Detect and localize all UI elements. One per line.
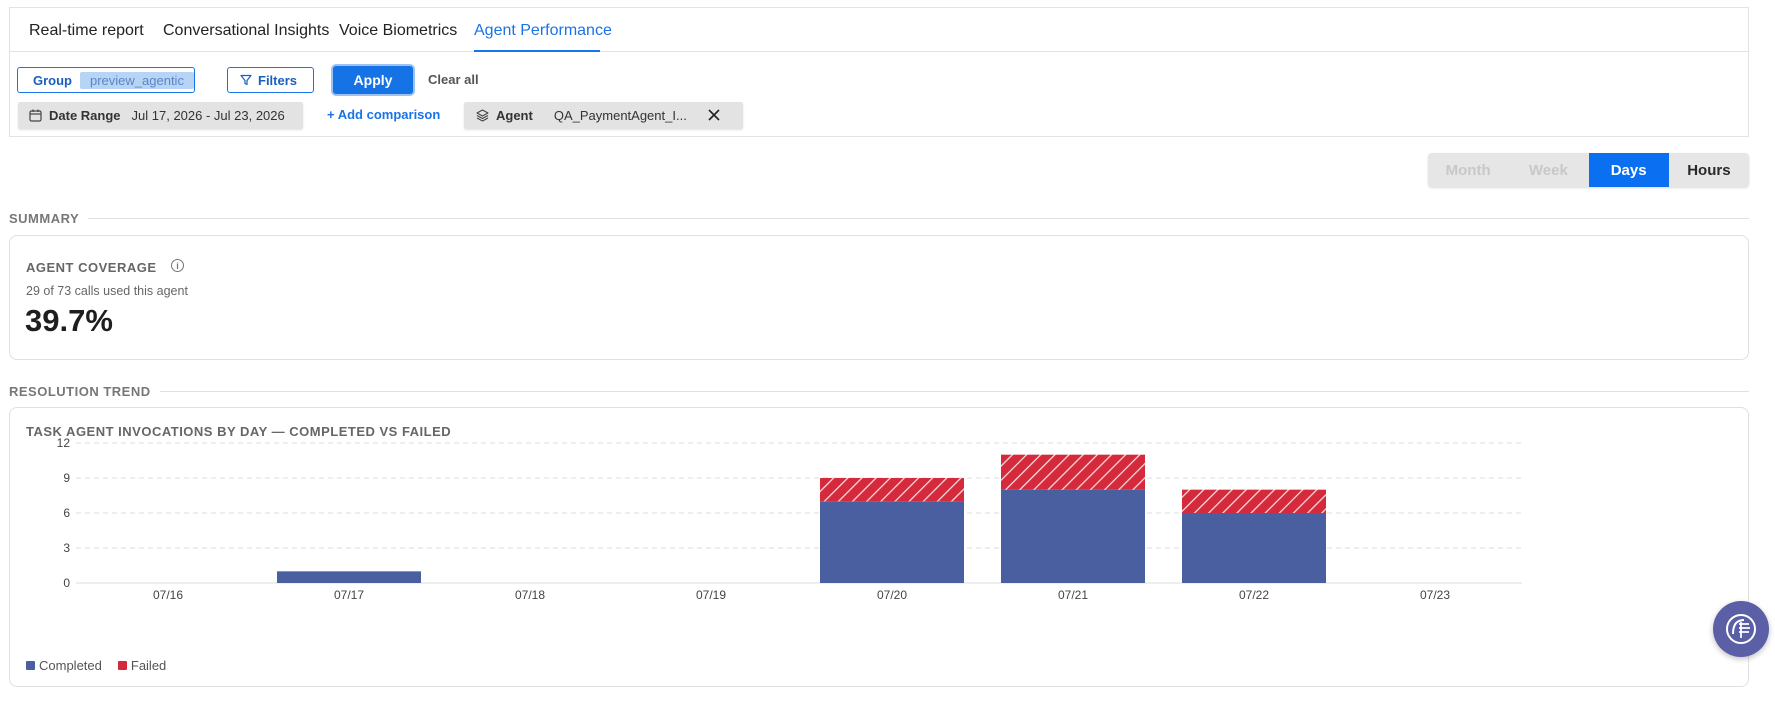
y-tick-label: 3 [63,541,70,555]
bar-completed[interactable] [820,501,964,583]
group-value-chip: preview_agentic [80,71,194,89]
y-tick-label: 0 [63,576,70,590]
legend-completed-swatch [26,661,35,670]
coverage-title: AGENT COVERAGE [26,260,157,275]
coverage-subtitle: 29 of 73 calls used this agent [26,284,188,298]
tab-real-time-report[interactable]: Real-time report [29,22,144,40]
granularity-days[interactable]: Days [1588,153,1669,187]
agent-label: Agent [496,107,533,123]
x-tick-label: 07/21 [1058,588,1088,602]
chart-legend: Completed Failed [26,658,166,673]
granularity-month[interactable]: Month [1428,153,1508,187]
granularity-week[interactable]: Week [1508,153,1588,187]
agent-filter-chip[interactable]: Agent QA_PaymentAgent_I... [464,102,743,128]
bar-completed[interactable] [1182,513,1326,583]
bar-completed[interactable] [1001,489,1145,583]
resolution-chart-card: TASK AGENT INVOCATIONS BY DAY — COMPLETE… [9,407,1749,687]
tab-agent-performance[interactable]: Agent Performance [474,22,612,40]
granularity-hours[interactable]: Hours [1669,153,1749,187]
x-tick-label: 07/23 [1420,588,1450,602]
granularity-toggle: Month Week Days Hours [1428,153,1749,187]
add-comparison-link[interactable]: + Add comparison [327,107,440,122]
x-tick-label: 07/17 [334,588,364,602]
date-range-value: Jul 17, 2026 - Jul 23, 2026 [131,107,285,123]
resolution-divider [160,391,1749,392]
chart-title: TASK AGENT INVOCATIONS BY DAY — COMPLETE… [26,424,452,439]
x-tick-label: 07/20 [877,588,907,602]
tab-voice-biometrics[interactable]: Voice Biometrics [339,22,457,40]
date-range-chip[interactable]: Date Range Jul 17, 2026 - Jul 23, 2026 [18,102,303,128]
resolution-chart: 0 3 6 9 12 07/16 07/17 07/18 07/19 07/20 07/21 07/2… [57,438,1522,602]
filters-label: Filters [258,72,298,88]
assistant-icon [1726,614,1756,644]
filter-icon [240,74,252,86]
x-tick-label: 07/18 [515,588,545,602]
clear-all-link[interactable]: Clear all [428,72,479,87]
legend-failed-label: Failed [130,658,167,673]
x-tick-label: 07/19 [696,588,726,602]
legend-completed: Completed [26,658,102,673]
summary-section-title: SUMMARY [9,211,80,226]
bar-completed[interactable] [277,571,421,583]
filter-bar: Group preview_agentic Filters Apply Clea… [9,52,1749,137]
agent-coverage-card: AGENT COVERAGE i 29 of 73 calls used thi… [9,235,1749,360]
summary-divider [88,218,1749,219]
legend-failed: Failed [117,658,167,673]
group-label: Group [33,72,72,88]
agent-value: QA_PaymentAgent_I... [553,107,687,123]
bar-failed[interactable] [1182,489,1326,513]
legend-completed-label: Completed [39,658,102,673]
coverage-value: 39.7% [25,303,113,338]
bar-failed[interactable] [820,478,964,502]
apply-button[interactable]: Apply [333,66,413,94]
layers-icon [476,108,489,122]
bar-failed[interactable] [1001,454,1145,490]
help-assistant-button[interactable] [1713,601,1769,657]
tab-conversational-insights[interactable]: Conversational Insights [163,22,329,40]
resolution-section-title: RESOLUTION TREND [9,384,151,399]
date-range-label: Date Range [49,107,121,123]
y-tick-label: 9 [63,471,70,485]
x-tick-label: 07/22 [1239,588,1269,602]
filters-button[interactable]: Filters [227,67,314,93]
tab-bar: Real-time report Conversational Insights… [9,7,1749,53]
group-filter-button[interactable]: Group preview_agentic [17,67,195,93]
x-tick-label: 07/16 [153,588,183,602]
close-icon[interactable] [708,109,720,121]
y-tick-label: 6 [63,506,70,520]
legend-failed-swatch [117,661,127,670]
info-icon[interactable]: i [171,259,184,272]
calendar-icon [29,109,42,122]
y-tick-label: 12 [57,438,71,450]
